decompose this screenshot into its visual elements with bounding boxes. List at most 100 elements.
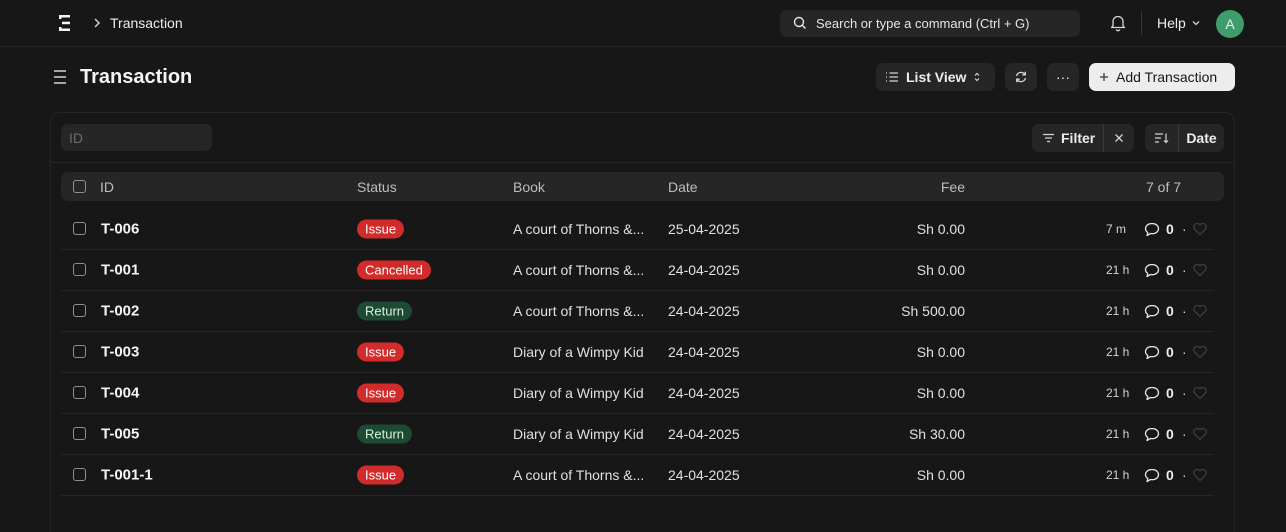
breadcrumb-transaction[interactable]: Transaction	[110, 15, 183, 31]
table-row[interactable]: T-002 Return A court of Thorns &... 24-04-2…	[61, 291, 1214, 332]
help-dropdown[interactable]: Help	[1157, 15, 1201, 31]
sort-descending-icon	[1155, 133, 1169, 144]
heart-icon[interactable]	[1192, 386, 1208, 400]
transaction-id[interactable]: T-003	[101, 344, 139, 361]
heart-icon[interactable]	[1192, 468, 1208, 482]
modified-ago: 21 h	[1106, 386, 1130, 400]
avatar[interactable]: A	[1216, 10, 1244, 38]
header-status: Status	[357, 179, 397, 195]
date-cell: 24-04-2025	[668, 385, 740, 401]
comment-icon	[1144, 345, 1160, 359]
heart-icon[interactable]	[1192, 263, 1208, 277]
id-filter-input[interactable]: ID	[61, 124, 212, 151]
row-checkbox[interactable]	[73, 222, 86, 235]
transaction-id[interactable]: T-002	[101, 303, 139, 320]
comment-count[interactable]: 0	[1144, 221, 1174, 237]
clear-filter-button[interactable]	[1103, 124, 1134, 152]
list-view-selector[interactable]: List View	[876, 63, 995, 91]
heart-icon[interactable]	[1192, 345, 1208, 359]
fee-cell: Sh 0.00	[916, 221, 965, 237]
add-transaction-label: Add Transaction	[1116, 69, 1218, 85]
status-badge: Return	[357, 301, 413, 321]
navbar: Transaction Search or type a command (Ct…	[0, 0, 1286, 47]
sort-order-button[interactable]	[1145, 124, 1178, 152]
list-icon	[886, 72, 898, 82]
heart-icon[interactable]	[1192, 304, 1208, 318]
header-book: Book	[513, 179, 545, 195]
app-logo-icon[interactable]	[59, 15, 71, 31]
search-bar[interactable]: Search or type a command (Ctrl + G)	[780, 10, 1080, 37]
row-checkbox[interactable]	[73, 386, 86, 399]
comment-count[interactable]: 0	[1144, 303, 1174, 319]
fee-cell: Sh 30.00	[908, 426, 965, 442]
fee-cell: Sh 0.00	[916, 467, 965, 483]
comment-count[interactable]: 0	[1144, 426, 1174, 442]
fee-cell: Sh 0.00	[916, 262, 965, 278]
table-row[interactable]: T-004 Issue Diary of a Wimpy Kid 24-04-2025…	[61, 373, 1214, 414]
row-checkbox[interactable]	[73, 345, 86, 358]
id-filter-placeholder: ID	[69, 130, 83, 146]
bell-icon[interactable]	[1110, 14, 1126, 32]
book-cell: A court of Thorns &...	[513, 221, 645, 237]
refresh-icon	[1015, 71, 1027, 83]
comment-icon	[1144, 427, 1160, 441]
status-badge: Issue	[357, 219, 405, 239]
filter-button[interactable]: Filter	[1032, 124, 1103, 152]
row-checkbox[interactable]	[73, 468, 86, 481]
status-cell: Return	[357, 301, 413, 321]
comment-icon	[1144, 468, 1160, 482]
row-checkbox[interactable]	[73, 427, 86, 440]
comment-count[interactable]: 0	[1144, 344, 1174, 360]
heart-icon[interactable]	[1192, 222, 1208, 236]
separator-dot: ·	[1182, 344, 1187, 360]
table-header	[61, 172, 1224, 201]
sort-field-button[interactable]: Date	[1178, 124, 1224, 152]
search-icon	[793, 16, 806, 29]
more-options-button[interactable]: ···	[1047, 63, 1079, 91]
refresh-button[interactable]	[1005, 63, 1037, 91]
date-cell: 25-04-2025	[668, 221, 740, 237]
transaction-id[interactable]: T-006	[101, 221, 139, 238]
table-row[interactable]: T-001 Cancelled A court of Thorns &... 24-0…	[61, 250, 1214, 291]
comment-count-value: 0	[1166, 385, 1174, 401]
comment-count-value: 0	[1166, 303, 1174, 319]
table-row[interactable]: T-006 Issue A court of Thorns &... 25-04-20…	[61, 209, 1214, 250]
row-checkbox[interactable]	[73, 263, 86, 276]
book-cell: Diary of a Wimpy Kid	[513, 426, 644, 442]
comment-count[interactable]: 0	[1144, 262, 1174, 278]
date-cell: 24-04-2025	[668, 426, 740, 442]
row-checkbox[interactable]	[73, 304, 86, 317]
transaction-id[interactable]: T-001-1	[101, 467, 153, 484]
modified-ago: 21 h	[1106, 263, 1130, 277]
chevron-updown-icon	[975, 72, 980, 82]
sort-field-label: Date	[1186, 130, 1217, 146]
table-row[interactable]: T-005 Return Diary of a Wimpy Kid 24-04-202…	[61, 414, 1214, 455]
separator-dot: ·	[1182, 221, 1187, 237]
comment-count[interactable]: 0	[1144, 467, 1174, 483]
header-date: Date	[668, 179, 698, 195]
heart-icon[interactable]	[1192, 427, 1208, 441]
sidebar-toggle-icon[interactable]	[53, 69, 67, 85]
date-cell: 24-04-2025	[668, 262, 740, 278]
transaction-id[interactable]: T-001	[101, 262, 139, 279]
comment-count[interactable]: 0	[1144, 385, 1174, 401]
separator-dot: ·	[1182, 303, 1187, 319]
comment-count-value: 0	[1166, 262, 1174, 278]
comment-count-value: 0	[1166, 221, 1174, 237]
chevron-right-icon	[94, 18, 101, 28]
table-row[interactable]: T-003 Issue Diary of a Wimpy Kid 24-04-2025…	[61, 332, 1214, 373]
add-transaction-button[interactable]: Add Transaction	[1089, 63, 1235, 91]
modified-ago: 7 m	[1106, 222, 1127, 236]
chevron-down-icon	[1192, 21, 1200, 26]
status-badge: Issue	[357, 465, 405, 485]
search-placeholder: Search or type a command (Ctrl + G)	[816, 16, 1030, 31]
status-cell: Return	[357, 424, 413, 444]
header-fee: Fee	[940, 179, 965, 195]
select-all-checkbox[interactable]	[73, 180, 86, 193]
more-label: ···	[1056, 69, 1070, 85]
close-icon	[1115, 134, 1123, 142]
transaction-id[interactable]: T-005	[101, 426, 139, 443]
transaction-id[interactable]: T-004	[101, 385, 139, 402]
table-row[interactable]: T-001-1 Issue A court of Thorns &... 24-04-…	[61, 455, 1214, 496]
separator-dot: ·	[1182, 262, 1187, 278]
